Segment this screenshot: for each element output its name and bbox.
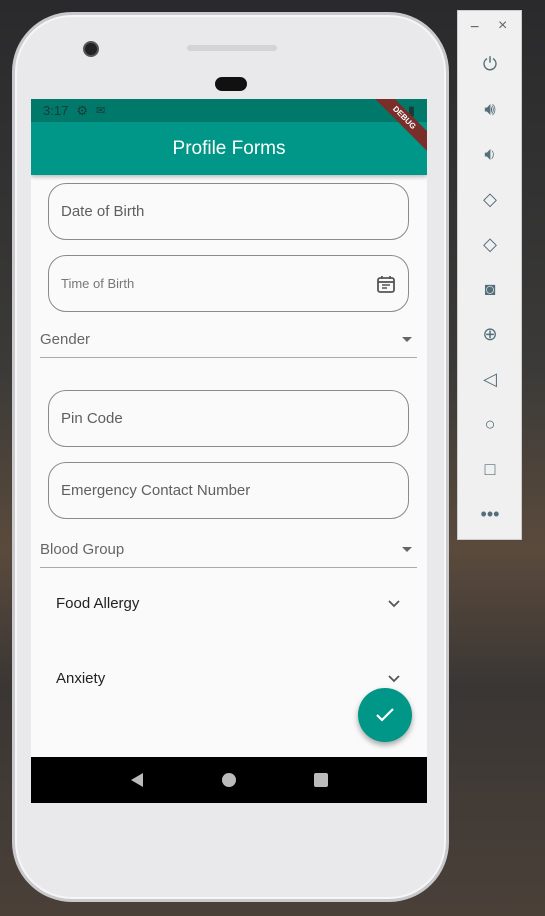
check-icon (376, 708, 394, 722)
dob-label: Date of Birth (61, 203, 145, 220)
minimize-button[interactable]: − (470, 19, 479, 37)
home-icon[interactable]: ○ (478, 412, 502, 436)
mail-icon: ✉ (95, 105, 106, 117)
chevron-down-icon (388, 674, 400, 682)
rotate-left-icon[interactable]: ◇ (478, 187, 502, 211)
recents-icon[interactable] (313, 772, 329, 788)
food-allergy-expander[interactable]: Food Allergy (56, 595, 401, 612)
status-time: 3:17 (43, 103, 69, 118)
page-title: Profile Forms (172, 137, 286, 159)
power-icon[interactable]: ⏻ (478, 52, 502, 76)
settings-icon: ⚙ (76, 102, 88, 118)
emulator-toolbar: − × ⏻ 🔊︎ 🔉︎ ◇ ◇ ◙ ⊕ ◁ ○ □ ••• (457, 10, 522, 540)
close-button[interactable]: × (498, 17, 507, 35)
blood-group-dropdown[interactable]: Blood Group (40, 532, 417, 568)
android-nav-bar (31, 757, 427, 803)
emergency-contact-field[interactable]: Emergency Contact Number (48, 462, 409, 519)
app-bar: Profile Forms (31, 122, 427, 175)
food-allergy-label: Food Allergy (56, 595, 140, 612)
more-icon[interactable]: ••• (478, 502, 502, 526)
date-of-birth-field[interactable]: Date of Birth (48, 183, 409, 240)
home-icon[interactable] (221, 772, 237, 788)
rotate-right-icon[interactable]: ◇ (478, 232, 502, 256)
back-icon[interactable] (129, 772, 145, 788)
chevron-down-icon (388, 599, 400, 607)
app-screen: 3:17 ⚙ ✉ ▮ Profile Forms DEBUG Date of B… (31, 99, 427, 803)
speaker (187, 45, 277, 51)
back-icon[interactable]: ◁ (478, 367, 502, 391)
emergency-label: Emergency Contact Number (61, 482, 251, 499)
zoom-icon[interactable]: ⊕ (478, 322, 502, 346)
pin-label: Pin Code (61, 410, 123, 427)
tob-label: Time of Birth (61, 276, 135, 291)
submit-button[interactable] (358, 688, 412, 742)
gender-dropdown[interactable]: Gender (40, 322, 417, 358)
pin-code-field[interactable]: Pin Code (48, 390, 409, 447)
anxiety-label: Anxiety (56, 670, 106, 687)
anxiety-expander[interactable]: Anxiety (56, 670, 401, 687)
camera (83, 41, 99, 57)
gender-label: Gender (40, 331, 91, 348)
status-bar: 3:17 ⚙ ✉ ▮ (31, 99, 427, 122)
dropdown-arrow-icon (402, 547, 412, 552)
overview-icon[interactable]: □ (478, 457, 502, 481)
calendar-icon[interactable] (376, 274, 396, 294)
sensor (215, 77, 247, 91)
blood-label: Blood Group (40, 541, 125, 558)
dropdown-arrow-icon (402, 337, 412, 342)
volume-down-icon[interactable]: 🔉︎ (478, 142, 502, 166)
camera-icon[interactable]: ◙ (478, 277, 502, 301)
volume-up-icon[interactable]: 🔊︎ (478, 97, 502, 121)
time-of-birth-field[interactable]: Time of Birth (48, 255, 409, 312)
